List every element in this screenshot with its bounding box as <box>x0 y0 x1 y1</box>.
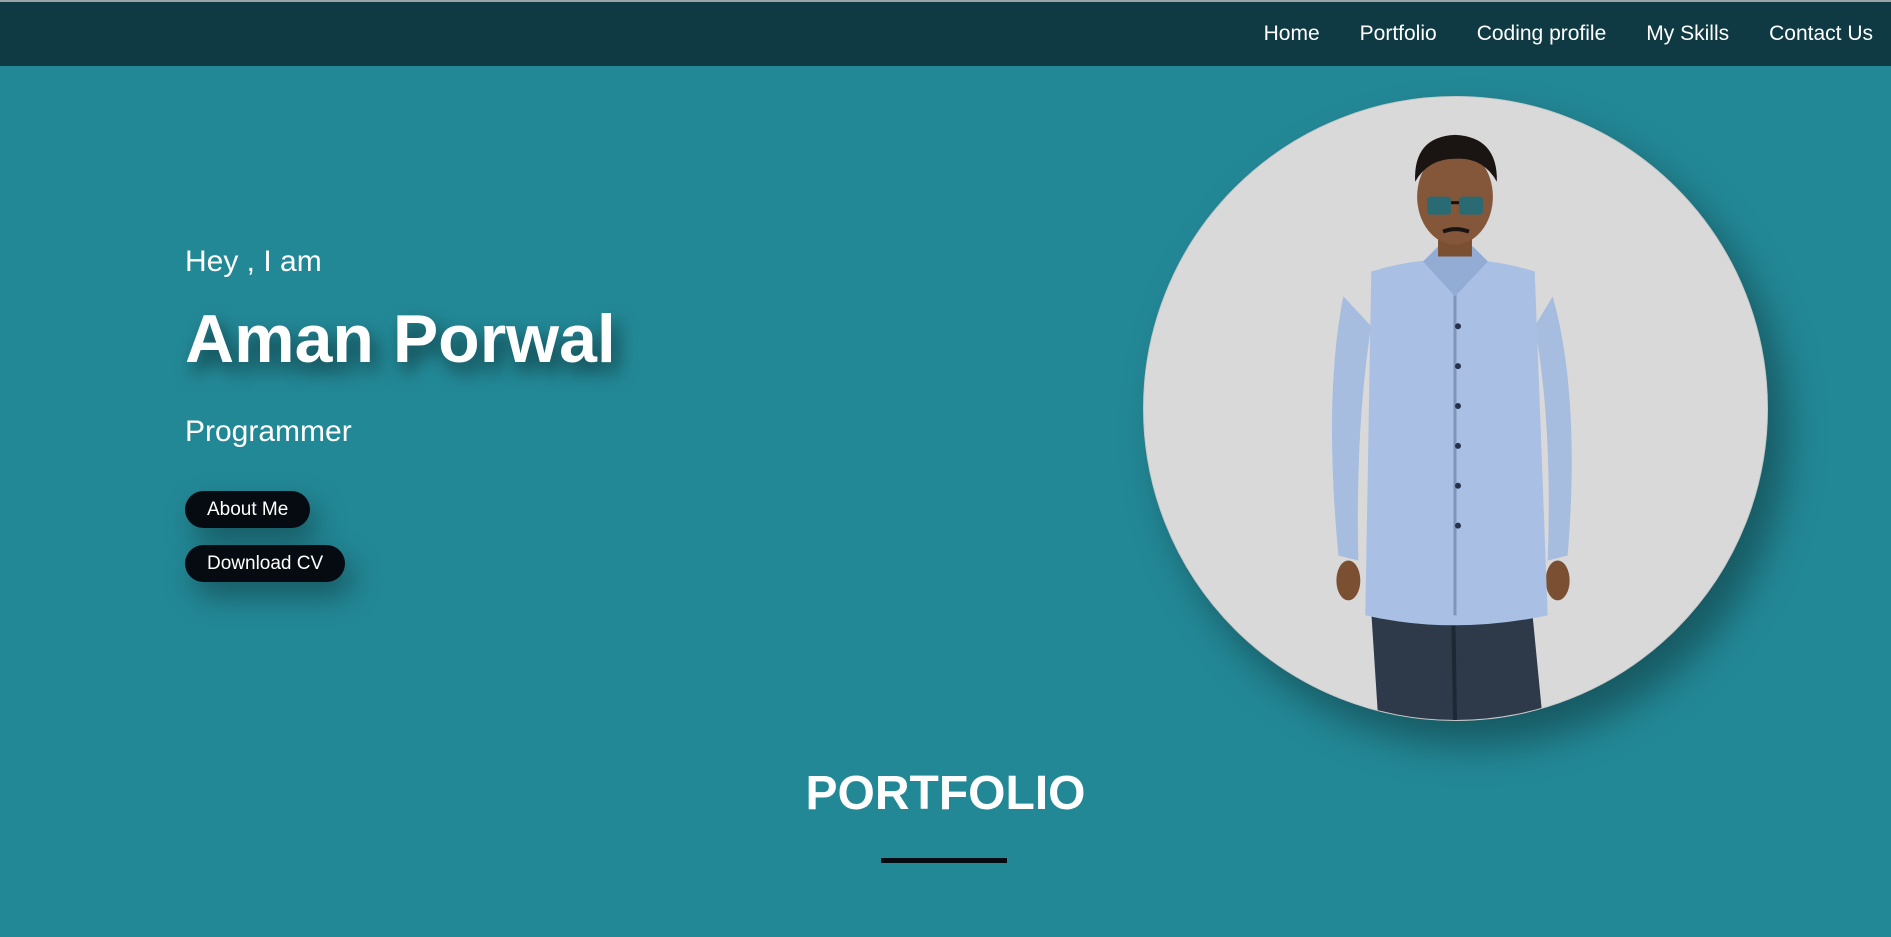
hero-role: Programmer <box>185 415 352 448</box>
profile-photo <box>1143 96 1768 721</box>
nav-portfolio-link[interactable]: Portfolio <box>1360 22 1437 46</box>
about-me-button[interactable]: About Me <box>185 491 311 528</box>
portfolio-title-underline <box>881 858 1007 863</box>
download-cv-button[interactable]: Download CV <box>185 545 346 582</box>
nav-coding-profile-link[interactable]: Coding profile <box>1477 22 1607 46</box>
navbar: Home Portfolio Coding profile My Skills … <box>0 2 1891 66</box>
hero-greeting: Hey , I am <box>185 245 322 278</box>
nav-my-skills-link[interactable]: My Skills <box>1646 22 1729 46</box>
nav-contact-us-link[interactable]: Contact Us <box>1769 22 1873 46</box>
portfolio-section-title: PORTFOLIO <box>805 767 1086 820</box>
nav-links: Home Portfolio Coding profile My Skills … <box>1224 2 1873 66</box>
nav-home-link[interactable]: Home <box>1264 22 1320 46</box>
hero-name: Aman Porwal <box>185 301 616 377</box>
